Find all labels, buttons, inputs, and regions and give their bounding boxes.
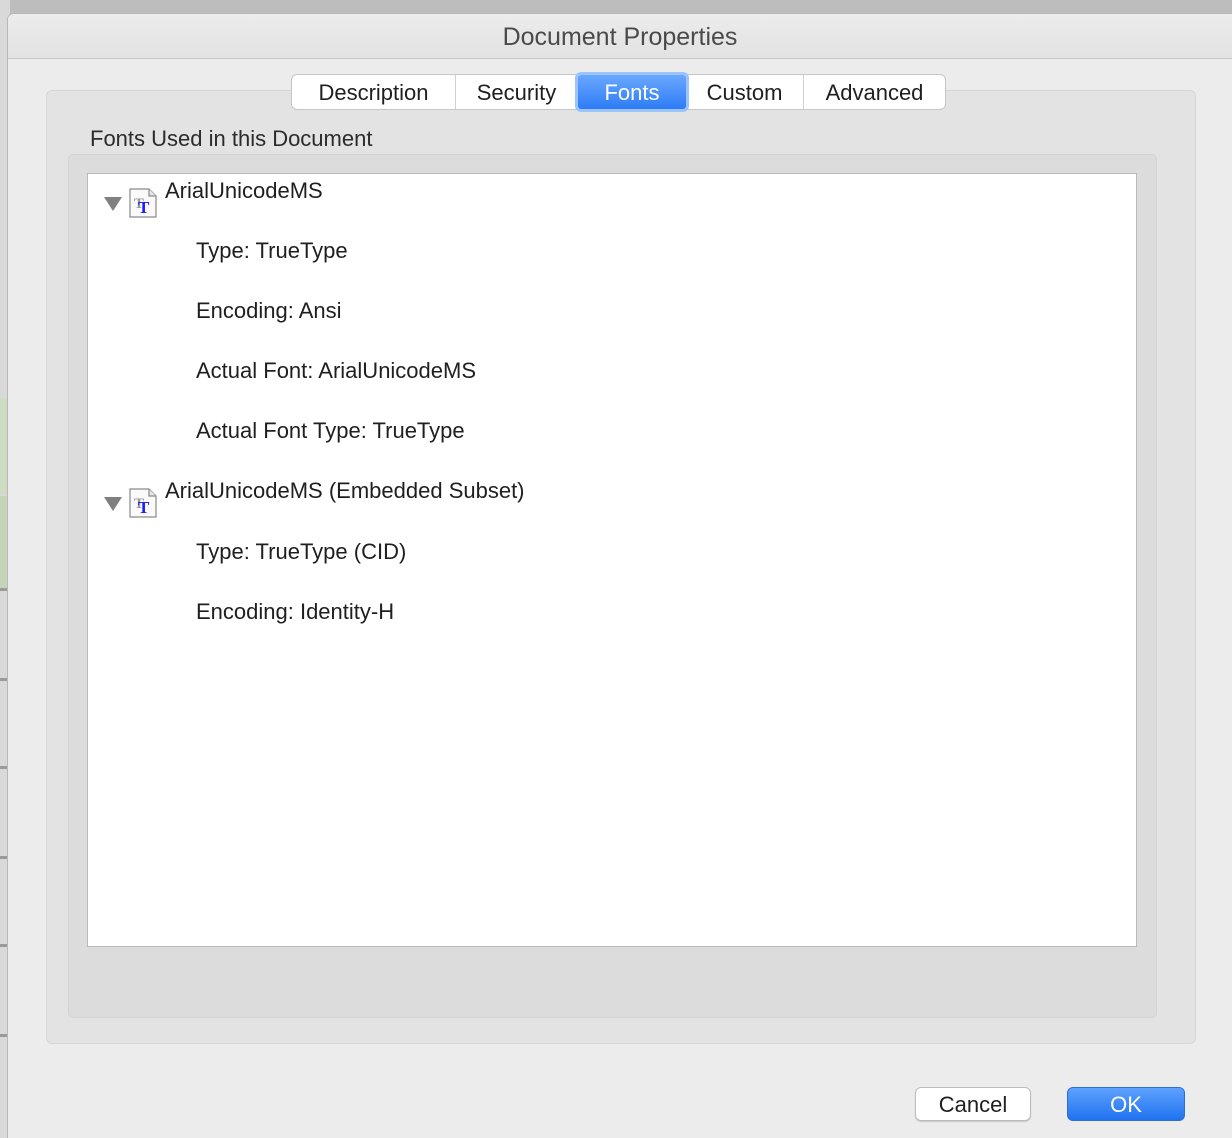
- font-property: Actual Font Type: TrueType: [196, 418, 465, 443]
- tab-fonts[interactable]: Fonts: [578, 75, 686, 109]
- font-property: Encoding: Identity-H: [196, 599, 395, 624]
- font-name[interactable]: ArialUnicodeMS: [165, 178, 323, 204]
- tab-custom[interactable]: Custom: [686, 75, 804, 109]
- font-name[interactable]: ArialUnicodeMS (Embedded Subset): [165, 478, 525, 504]
- font-property: Actual Font: ArialUnicodeMS: [196, 358, 477, 383]
- dialog-title: Document Properties: [8, 14, 1232, 59]
- svg-text:T: T: [138, 198, 150, 217]
- truetype-font-icon: T T: [129, 488, 157, 518]
- font-property: Encoding: Ansi: [196, 298, 342, 323]
- font-property: Type: TrueType (CID): [196, 539, 407, 564]
- document-properties-dialog: Document Properties Description Security…: [8, 14, 1232, 1138]
- truetype-font-icon: T T: [129, 188, 157, 218]
- fonts-section-label: Fonts Used in this Document: [90, 126, 373, 151]
- tab-security[interactable]: Security: [456, 75, 578, 109]
- fonts-tree[interactable]: T T ArialUnicodeMS Type: TrueType Encodi…: [87, 173, 1137, 947]
- disclosure-triangle-icon[interactable]: [104, 497, 122, 511]
- cancel-button[interactable]: Cancel: [915, 1087, 1031, 1121]
- font-property: Type: TrueType: [196, 238, 348, 263]
- ok-button[interactable]: OK: [1067, 1087, 1185, 1121]
- svg-text:T: T: [138, 498, 150, 517]
- tab-bar: Description Security Fonts Custom Advanc…: [291, 74, 946, 110]
- tab-description[interactable]: Description: [292, 75, 456, 109]
- disclosure-triangle-icon[interactable]: [104, 197, 122, 211]
- tab-advanced[interactable]: Advanced: [804, 75, 945, 109]
